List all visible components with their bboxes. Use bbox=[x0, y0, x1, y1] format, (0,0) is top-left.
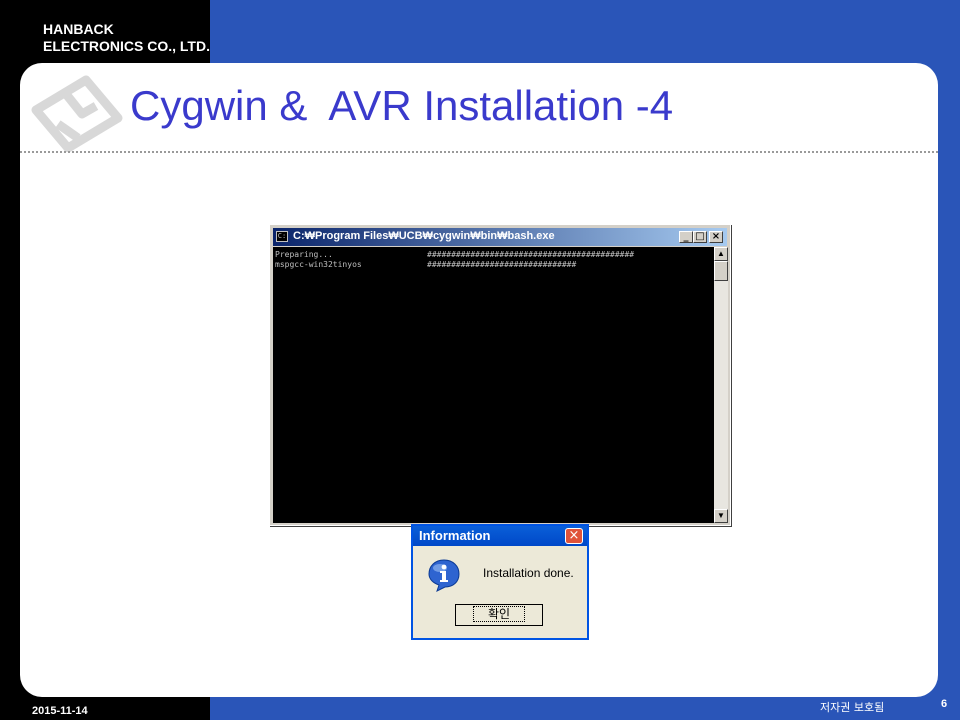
slide-title: Cygwin & AVR Installation -4 bbox=[130, 82, 674, 129]
floppy-disk-icon bbox=[31, 75, 123, 152]
console-output[interactable]: Preparing... ###########################… bbox=[273, 247, 714, 523]
company-name: HANBACK ELECTRONICS CO., LTD. bbox=[43, 21, 210, 55]
scroll-thumb[interactable] bbox=[714, 261, 728, 281]
info-icon bbox=[428, 559, 460, 592]
page-number: 6 bbox=[941, 698, 948, 710]
title-divider bbox=[20, 151, 938, 153]
information-dialog[interactable]: Information × Installation done. 확인 bbox=[411, 524, 589, 640]
scroll-down-arrow[interactable]: ▼ bbox=[714, 509, 728, 523]
dialog-message: Installation done. bbox=[483, 566, 574, 580]
console-progress: ############################### bbox=[427, 260, 577, 269]
console-titlebar[interactable]: C: C:₩Program Files₩UCB₩cygwin₩bin₩bash.… bbox=[273, 228, 727, 246]
footer-copyright: 저자권 보호됨 bbox=[820, 701, 885, 714]
minimize-button[interactable]: _ bbox=[679, 231, 693, 243]
vertical-scrollbar[interactable]: ▲ ▼ bbox=[714, 247, 728, 523]
console-line: mspgcc-win32tinyos bbox=[275, 260, 362, 269]
console-close-button[interactable]: × bbox=[709, 231, 723, 243]
dialog-title: Information bbox=[419, 528, 491, 543]
dialog-close-button[interactable]: × bbox=[565, 528, 583, 544]
console-app-icon[interactable]: C: bbox=[276, 231, 288, 242]
dialog-titlebar[interactable]: Information × bbox=[413, 526, 587, 546]
maximize-button[interactable]: □ bbox=[693, 231, 707, 243]
console-progress: ########################################… bbox=[427, 250, 635, 259]
scroll-up-arrow[interactable]: ▲ bbox=[714, 247, 728, 261]
console-title: C:₩Program Files₩UCB₩cygwin₩bin₩bash.exe bbox=[293, 230, 555, 242]
ok-button[interactable]: 확인 bbox=[455, 604, 543, 626]
console-line-label: mspgcc-win32tinyos bbox=[275, 260, 362, 269]
company-line-1: HANBACK bbox=[43, 21, 114, 37]
ok-button-label: 확인 bbox=[472, 606, 526, 622]
console-window[interactable]: C: C:₩Program Files₩UCB₩cygwin₩bin₩bash.… bbox=[269, 224, 731, 526]
console-line: Preparing... bbox=[275, 250, 333, 259]
footer-date: 2015-11-14 bbox=[32, 705, 88, 717]
company-line-2: ELECTRONICS CO., LTD. bbox=[43, 38, 210, 54]
console-line-label: Preparing... bbox=[275, 250, 333, 259]
